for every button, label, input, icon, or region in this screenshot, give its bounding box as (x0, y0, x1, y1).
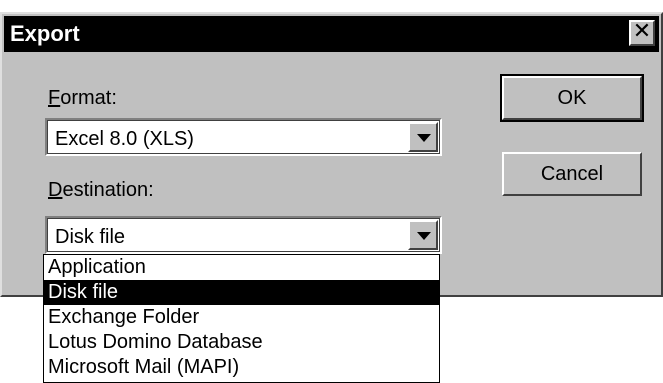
format-select-value: Excel 8.0 (XLS) (55, 128, 194, 150)
ok-button[interactable]: OK (500, 74, 644, 122)
destination-label: Destination: (48, 179, 154, 201)
destination-dropdown-list[interactable]: Application Disk file Exchange Folder Lo… (43, 254, 440, 383)
format-label: Format: (48, 87, 117, 109)
format-select[interactable]: Excel 8.0 (XLS) (45, 118, 442, 156)
dialog-title: Export (10, 21, 80, 46)
close-icon: ✕ (632, 19, 652, 44)
dropdown-option-selected[interactable]: Disk file (44, 280, 439, 305)
dropdown-option[interactable]: Lotus Domino Database (44, 330, 439, 355)
destination-dropdown-arrow-icon[interactable] (408, 220, 438, 250)
dropdown-option[interactable]: Exchange Folder (44, 305, 439, 330)
destination-select[interactable]: Disk file (45, 216, 442, 254)
cancel-button[interactable]: Cancel (502, 152, 642, 196)
title-bar[interactable]: Export ✕ (4, 16, 659, 52)
format-dropdown-arrow-icon[interactable] (408, 122, 438, 152)
dropdown-option[interactable]: Application (44, 255, 439, 280)
destination-select-value: Disk file (55, 226, 126, 248)
close-button[interactable]: ✕ (629, 20, 655, 46)
dropdown-option[interactable]: Microsoft Mail (MAPI) (44, 355, 439, 380)
